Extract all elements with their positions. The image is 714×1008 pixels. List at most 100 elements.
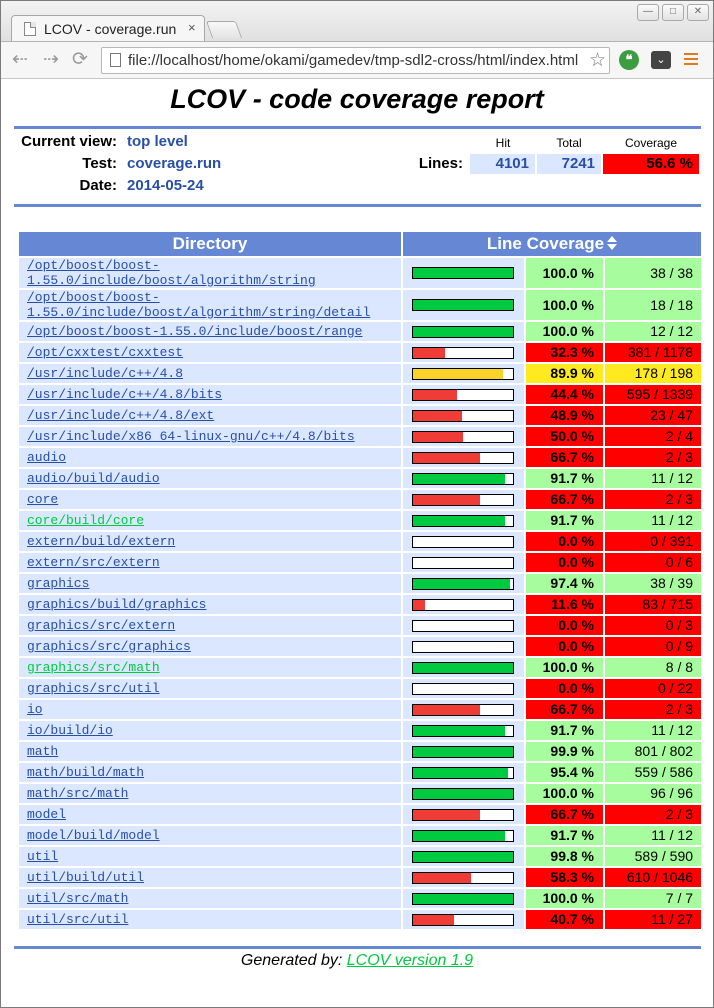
coverage-bar (412, 388, 514, 401)
new-tab-button[interactable] (205, 21, 243, 38)
directory-link[interactable]: /opt/cxxtest/cxxtest (27, 345, 183, 360)
lcov-version-link[interactable]: LCOV version 1.9 (347, 952, 473, 969)
maximize-button[interactable]: □ (662, 4, 684, 21)
coverage-bar-cell (403, 784, 524, 803)
directory-link[interactable]: math/build/math (27, 765, 144, 780)
directory-link[interactable]: graphics/src/extern (27, 618, 175, 633)
directory-cell: /opt/boost/boost-1.55.0/include/boost/ra… (19, 322, 401, 341)
table-row: /usr/include/c++/4.8 89.9 % 178 / 198 (19, 364, 702, 383)
coverage-bar-cell (403, 805, 524, 824)
directory-link[interactable]: graphics (27, 576, 89, 591)
lines-hit-value: 4101 (470, 154, 535, 174)
directory-link[interactable]: io (27, 702, 43, 717)
directory-cell: extern/src/extern (19, 553, 401, 572)
directory-cell: io/build/io (19, 721, 401, 740)
directory-link[interactable]: graphics/src/util (27, 681, 160, 696)
header-divider-bottom (14, 204, 701, 207)
directory-link[interactable]: util/src/math (27, 891, 128, 906)
coverage-bar (412, 766, 514, 779)
coverage-bar-fill (413, 830, 505, 841)
directory-link-line: 1.55.0/include/boost/algorithm/string (27, 273, 316, 288)
sort-arrows-icon[interactable] (607, 235, 618, 250)
directory-cell: graphics/src/extern (19, 616, 401, 635)
directory-link[interactable]: /usr/include/x86_64-linux-gnu/c++/4.8/bi… (27, 429, 355, 444)
coverage-percent: 99.8 % (526, 847, 603, 866)
directory-link[interactable]: math (27, 744, 58, 759)
reload-icon[interactable]: ⟳ (69, 50, 91, 72)
coverage-hits: 38 / 38 (605, 258, 702, 288)
directory-link[interactable]: model/build/model (27, 828, 160, 843)
directory-link[interactable]: graphics/src/math (27, 660, 160, 675)
back-arrow-icon[interactable]: ⇠ (9, 50, 31, 72)
current-view-label: Current view: (21, 133, 117, 150)
directory-link[interactable]: /usr/include/c++/4.8/ext (27, 408, 214, 423)
browser-tab[interactable]: LCOV - coverage.run × (11, 15, 205, 42)
directory-link[interactable]: extern/src/extern (27, 555, 160, 570)
directory-link[interactable]: graphics/build/graphics (27, 597, 206, 612)
coverage-hits: 0 / 9 (605, 637, 702, 656)
coverage-bar (412, 409, 514, 422)
table-row: math 99.9 % 801 / 802 (19, 742, 702, 761)
directory-link[interactable]: /opt/boost/boost-1.55.0/include/boost/ra… (27, 324, 362, 339)
directory-link[interactable]: util (27, 849, 58, 864)
directory-link[interactable]: util/src/util (27, 912, 128, 927)
minimize-button[interactable]: — (637, 4, 659, 21)
coverage-bar-cell (403, 322, 524, 341)
address-bar[interactable]: file://localhost/home/okami/gamedev/tmp-… (101, 47, 610, 74)
pocket-extension-icon[interactable]: ⌄ (651, 51, 671, 69)
coverage-percent: 0.0 % (526, 616, 603, 635)
directory-link[interactable]: /opt/boost/boost- 1.55.0/include/boost/al… (27, 258, 316, 288)
directory-link[interactable]: model (27, 807, 66, 822)
directory-link[interactable]: /usr/include/c++/4.8 (27, 366, 183, 381)
directory-link-line: /opt/boost/boost- (27, 290, 160, 305)
coverage-bar-cell (403, 574, 524, 593)
directory-link[interactable]: audio (27, 450, 66, 465)
tab-close-icon[interactable]: × (188, 20, 196, 35)
extension-quote-icon[interactable]: ❝ (619, 50, 639, 70)
directory-link[interactable]: math/src/math (27, 786, 128, 801)
coverage-bar-fill (413, 704, 480, 715)
coverage-bar-fill (413, 788, 513, 799)
current-view-link[interactable]: top level (127, 133, 188, 150)
hit-column-header: Hit (495, 136, 511, 150)
coverage-percent: 48.9 % (526, 406, 603, 425)
coverage-bar-cell (403, 469, 524, 488)
coverage-percent: 100.0 % (526, 322, 603, 341)
url-text[interactable]: file://localhost/home/okami/gamedev/tmp-… (128, 52, 583, 69)
coverage-bar-fill (413, 347, 446, 358)
directory-link[interactable]: /usr/include/c++/4.8/bits (27, 387, 222, 402)
directory-link[interactable]: audio/build/audio (27, 471, 160, 486)
date-value: 2014-05-24 (127, 177, 204, 194)
coverage-bar-cell (403, 258, 524, 288)
coverage-bar-fill (413, 809, 480, 820)
directory-link[interactable]: util/build/util (27, 870, 144, 885)
coverage-bar (412, 514, 514, 527)
menu-hamburger-icon[interactable] (684, 53, 698, 68)
browser-window: LCOV - coverage.run × — □ ✕ ⇠ ⇢ ⟳ file:/… (0, 0, 714, 1008)
directory-link[interactable]: core (27, 492, 58, 507)
directory-link[interactable]: /opt/boost/boost- 1.55.0/include/boost/al… (27, 290, 370, 320)
directory-link[interactable]: io/build/io (27, 723, 113, 738)
coverage-bar-cell (403, 700, 524, 719)
coverage-bar-fill (413, 452, 480, 463)
directory-link[interactable]: core/build/core (27, 513, 144, 528)
test-label: Test: (82, 155, 117, 172)
forward-arrow-icon[interactable]: ⇢ (40, 50, 62, 72)
bookmark-star-icon[interactable]: ☆ (589, 49, 606, 72)
directory-link[interactable]: extern/build/extern (27, 534, 175, 549)
page-favicon-icon (24, 22, 36, 36)
directory-column-header[interactable]: Directory (19, 232, 401, 256)
table-row: io/build/io 91.7 % 11 / 12 (19, 721, 702, 740)
coverage-hits: 11 / 12 (605, 826, 702, 845)
coverage-bar (412, 325, 514, 338)
coverage-percent: 100.0 % (526, 290, 603, 320)
coverage-percent: 0.0 % (526, 553, 603, 572)
coverage-percent: 66.7 % (526, 490, 603, 509)
coverage-bar-fill (413, 300, 513, 310)
coverage-hits: 2 / 3 (605, 448, 702, 467)
directory-link[interactable]: graphics/src/graphics (27, 639, 191, 654)
coverage-bar-cell (403, 290, 524, 320)
line-coverage-column-header[interactable]: Line Coverage (403, 232, 702, 256)
coverage-percent: 58.3 % (526, 868, 603, 887)
close-window-button[interactable]: ✕ (687, 4, 709, 21)
